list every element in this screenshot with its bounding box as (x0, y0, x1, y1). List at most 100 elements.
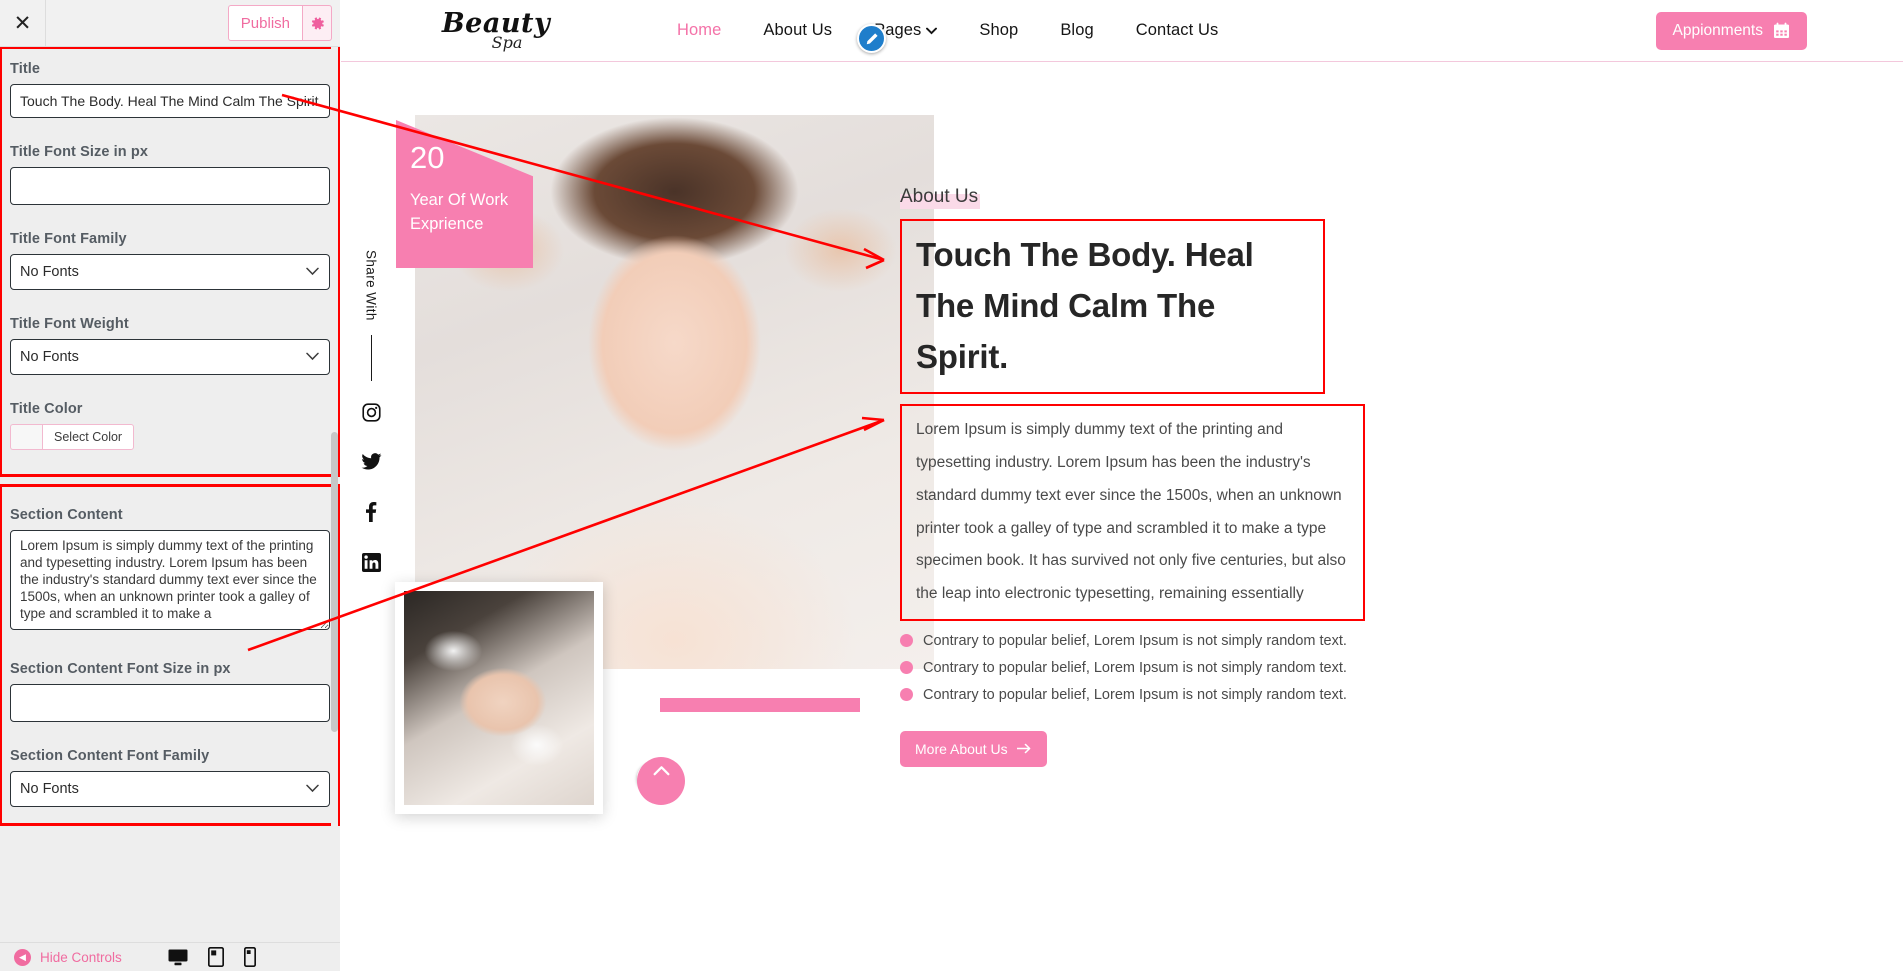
bullet-dot-icon (900, 634, 913, 648)
title-color-picker: Select Color (10, 424, 330, 450)
field-section-content: Section Content (10, 507, 330, 635)
scroll-to-top-button[interactable] (637, 757, 685, 805)
nav-item-contact-us[interactable]: Contact Us (1136, 21, 1219, 40)
title-settings-group: Title Title Font Size in px Title Font F… (0, 47, 340, 477)
tablet-icon[interactable] (208, 947, 224, 967)
share-rail-divider (370, 334, 372, 381)
title-font-weight-select[interactable] (10, 339, 330, 375)
section-content-settings-group: Section Content Section Content Font Siz… (0, 484, 340, 826)
field-title-font-size: Title Font Size in px (10, 144, 330, 205)
pink-accent-bar (660, 698, 860, 712)
section-content-font-family-select[interactable] (10, 771, 330, 807)
publish-button[interactable]: Publish (227, 5, 302, 41)
social-share-rail: Share With (341, 250, 401, 603)
appointments-button[interactable]: Appionments (1655, 11, 1807, 50)
customizer-panel: ✕ Publish Title Touch The Body. Heal The… (0, 0, 340, 971)
hide-controls-button[interactable]: Hide Controls (40, 950, 122, 965)
arrow-right-icon (1016, 743, 1030, 754)
field-title: Title (10, 61, 330, 118)
field-title-color-label: Title Color (10, 401, 83, 417)
panel-scrollbar[interactable] (331, 47, 338, 942)
mobile-icon[interactable] (244, 947, 256, 967)
years-badge-line1: Year Of Work (410, 191, 509, 209)
nav-item-blog-label: Blog (1060, 21, 1094, 39)
years-badge-line2: Exprience (410, 214, 484, 233)
calendar-icon (1774, 22, 1789, 38)
field-title-font-weight: Title Font Weight (10, 316, 330, 375)
select-color-button-label: Select Color (54, 430, 123, 444)
field-title-font-weight-label: Title Font Weight (10, 316, 129, 332)
site-logo[interactable]: Beauty Spa (441, 10, 551, 51)
about-us-body-highlight: Lorem Ipsum is simply dummy text of the … (900, 404, 1365, 621)
nav-item-shop-label: Shop (979, 21, 1019, 39)
close-icon[interactable]: ✕ (0, 0, 46, 46)
chevron-up-icon (653, 766, 669, 776)
about-us-title: Touch The Body. Heal The Mind Calm The S… (916, 236, 1254, 376)
field-title-font-family: Title Font Family (10, 231, 330, 290)
panel-scrollbar-thumb[interactable] (331, 432, 338, 732)
instagram-icon[interactable] (361, 403, 381, 427)
field-title-font-family-label: Title Font Family (10, 231, 127, 247)
field-section-content-font-family: Section Content Font Family (10, 748, 330, 807)
secondary-image-photo (404, 591, 594, 805)
secondary-image-card (395, 582, 603, 814)
more-about-us-button-label: More About Us (915, 740, 1008, 757)
about-us-section: About Us Touch The Body. Heal The Mind C… (900, 186, 1600, 767)
field-section-content-font-size: Section Content Font Size in px (10, 661, 330, 722)
field-title-font-size-label: Title Font Size in px (10, 144, 148, 160)
list-item: Contrary to popular belief, Lorem Ipsum … (900, 633, 1600, 649)
site-header: Beauty Spa Home About Us Pages Shop Blog… (341, 0, 1903, 62)
bullet-dot-icon (900, 688, 913, 702)
customizer-topbar: ✕ Publish (0, 0, 340, 47)
nav-item-contact-us-label: Contact Us (1135, 21, 1219, 39)
share-rail-label: Share With (363, 250, 379, 321)
pencil-icon (866, 32, 878, 44)
about-us-bullet-list: Contrary to popular belief, Lorem Ipsum … (900, 633, 1600, 703)
field-title-color: Title Color Select Color (10, 401, 330, 450)
field-section-content-font-size-label: Section Content Font Size in px (10, 661, 231, 677)
gear-icon (311, 16, 324, 29)
more-about-us-button[interactable]: More About Us (900, 730, 1047, 767)
chevron-down-icon (926, 27, 938, 34)
facebook-icon[interactable] (365, 501, 377, 527)
edit-section-pencil-button[interactable] (857, 24, 886, 53)
about-us-title-highlight: Touch The Body. Heal The Mind Calm The S… (900, 219, 1325, 395)
customizer-bottom-bar: ◀ Hide Controls (0, 942, 340, 971)
publish-group: Publish (227, 5, 332, 41)
title-font-size-input[interactable] (10, 167, 330, 205)
nav-item-about-us[interactable]: About Us (763, 21, 832, 40)
site-preview: Beauty Spa Home About Us Pages Shop Blog… (341, 0, 1903, 971)
field-title-label: Title (10, 61, 41, 77)
about-us-eyebrow: About Us (900, 186, 981, 209)
nav-item-shop[interactable]: Shop (979, 21, 1018, 40)
select-color-button[interactable]: Select Color (42, 424, 135, 450)
nav-item-home-label: Home (677, 21, 722, 39)
publish-settings-button[interactable] (302, 5, 332, 41)
linkedin-icon[interactable] (361, 552, 381, 577)
twitter-icon[interactable] (361, 452, 382, 476)
main-nav: Home About Us Pages Shop Blog Contact Us (677, 21, 1218, 40)
section-content-font-size-input[interactable] (10, 684, 330, 722)
list-item-label: Contrary to popular belief, Lorem Ipsum … (923, 686, 1347, 703)
title-color-swatch[interactable] (10, 424, 42, 450)
nav-item-blog[interactable]: Blog (1060, 21, 1093, 40)
field-section-content-font-family-label: Section Content Font Family (10, 748, 210, 764)
section-content-textarea[interactable] (10, 530, 330, 630)
customizer-fields: Title Title Font Size in px Title Font F… (0, 47, 340, 826)
bullet-dot-icon (900, 661, 913, 675)
title-font-family-select[interactable] (10, 254, 330, 290)
appointments-button-label: Appionments (1672, 21, 1763, 39)
field-section-content-label: Section Content (10, 507, 123, 523)
list-item: Contrary to popular belief, Lorem Ipsum … (900, 687, 1600, 703)
about-us-body: Lorem Ipsum is simply dummy text of the … (916, 421, 1346, 602)
nav-item-about-us-label: About Us (763, 21, 833, 39)
hero-image-top-strip (415, 87, 934, 115)
publish-button-label: Publish (240, 14, 290, 32)
desktop-icon[interactable] (168, 949, 188, 966)
title-input[interactable] (10, 84, 330, 118)
nav-item-home[interactable]: Home (677, 21, 721, 40)
list-item-label: Contrary to popular belief, Lorem Ipsum … (923, 632, 1347, 649)
device-preview-switcher (168, 947, 326, 967)
chevron-left-icon[interactable]: ◀ (14, 948, 31, 966)
customizer-scroll-area[interactable]: Title Title Font Size in px Title Font F… (0, 47, 340, 942)
